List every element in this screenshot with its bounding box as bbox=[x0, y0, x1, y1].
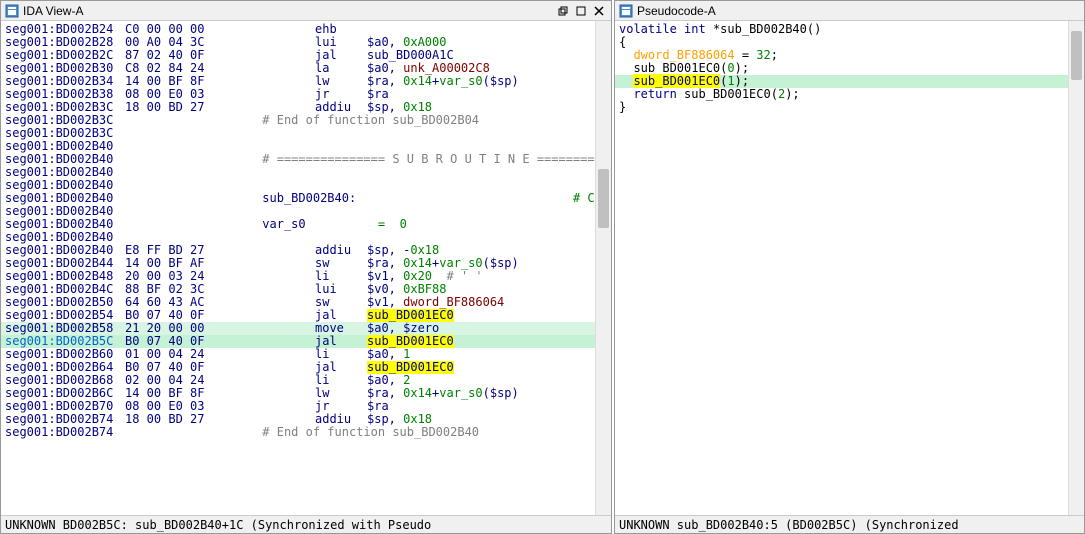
pseudo-line[interactable]: return sub_BD001EC0(2); bbox=[615, 88, 1084, 101]
pseudocode-pane: Pseudocode-A volatile int *sub_BD002B40(… bbox=[614, 0, 1085, 534]
pseudo-line[interactable]: volatile int *sub_BD002B40() bbox=[615, 23, 1084, 36]
pseudocode-titlebar[interactable]: Pseudocode-A bbox=[615, 1, 1084, 21]
pseudo-line[interactable]: } bbox=[615, 101, 1084, 114]
asm-line[interactable]: seg001:BD002B74 # End of function sub_BD… bbox=[1, 426, 611, 439]
scrollbar[interactable] bbox=[1068, 21, 1084, 515]
scrollbar[interactable] bbox=[595, 21, 611, 515]
ida-view-status: UNKNOWN BD002B5C: sub_BD002B40+1C (Synch… bbox=[1, 515, 611, 533]
maximize-icon[interactable] bbox=[573, 4, 589, 18]
ida-view-titlebar[interactable]: IDA View-A bbox=[1, 1, 611, 21]
disassembly-view[interactable]: seg001:BD002B24 C0 00 00 00ehbseg001:BD0… bbox=[1, 21, 611, 515]
pseudocode-status: UNKNOWN sub_BD002B40:5 (BD002B5C) (Synch… bbox=[615, 515, 1084, 533]
pseudocode-view[interactable]: volatile int *sub_BD002B40(){ dword_BF88… bbox=[615, 21, 1084, 515]
close-icon[interactable] bbox=[591, 4, 607, 18]
restore-icon[interactable] bbox=[555, 4, 571, 18]
pseudocode-title: Pseudocode-A bbox=[637, 4, 1080, 18]
ida-view-icon bbox=[5, 4, 19, 18]
ida-view-pane: IDA View-A seg001:BD002B24 C0 00 00 00eh… bbox=[0, 0, 612, 534]
pseudocode-icon bbox=[619, 4, 633, 18]
ida-view-title: IDA View-A bbox=[23, 4, 555, 18]
